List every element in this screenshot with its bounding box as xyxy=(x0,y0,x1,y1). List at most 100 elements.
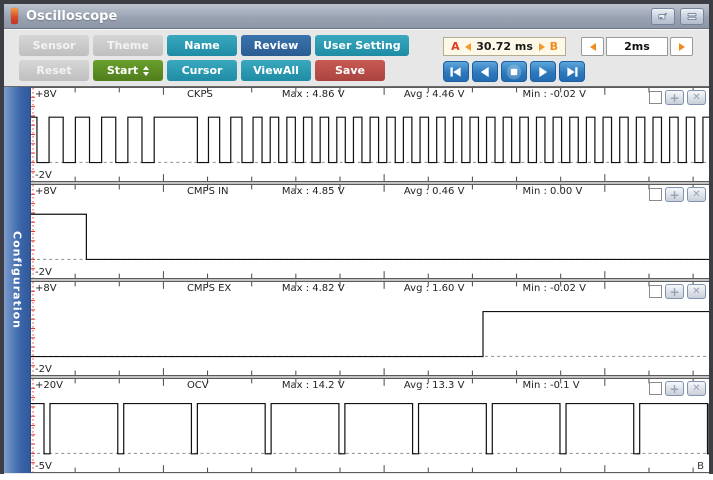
waveform-plot[interactable] xyxy=(31,379,709,472)
channel-panel-ckps: +8V CKPS Max : 4.86 V Avg : 4.46 V Min : -0.… xyxy=(31,87,709,182)
channel-avg-value: Avg : 0.46 V xyxy=(403,186,465,197)
stop-icon xyxy=(506,64,522,79)
channel-name: CKPS xyxy=(186,89,213,100)
channel-stack: +8V CKPS Max : 4.86 V Avg : 4.46 V Min : -0.… xyxy=(31,87,709,473)
channel-close-icon[interactable]: ✕ xyxy=(687,187,706,202)
play-button[interactable] xyxy=(530,61,557,82)
cursor-a-label: A xyxy=(451,40,460,53)
ab-time-value: 30.72 ms xyxy=(476,40,533,53)
toolbar-button-label: User Setting xyxy=(323,39,401,52)
app-logo-icon xyxy=(11,8,18,24)
toolbar-button-user-setting[interactable]: User Setting xyxy=(315,35,409,56)
ab-time-readout[interactable]: A 30.72 ms B xyxy=(443,37,566,56)
toolbar-button-label: Reset xyxy=(36,64,72,77)
channel-select-checkbox[interactable] xyxy=(649,382,662,395)
main-area: Configuration +8V CKPS Max : 4.86 V Avg : 4… xyxy=(4,87,709,473)
channel-select-checkbox[interactable] xyxy=(649,285,662,298)
channel-add-icon[interactable]: + xyxy=(665,381,684,396)
timebase-decrease-button[interactable] xyxy=(581,37,604,56)
toolbar-button-label: ViewAll xyxy=(253,64,299,77)
toolbar-button-label: Theme xyxy=(107,39,149,52)
toolbar-button-name[interactable]: Name xyxy=(167,35,237,56)
play-icon xyxy=(539,66,548,77)
titlebar: Oscilloscope xyxy=(4,4,709,29)
spinner-arrows-icon[interactable] xyxy=(143,65,150,76)
skip-to-start-button[interactable] xyxy=(443,61,470,82)
channel-max-value: Max : 4.86 V xyxy=(281,89,345,100)
channel-controls: + ✕ xyxy=(649,187,706,202)
channel-select-checkbox[interactable] xyxy=(649,91,662,104)
window-list-icon[interactable] xyxy=(680,7,704,25)
waveform-plot[interactable] xyxy=(31,282,709,375)
toolbar-button-label: Save xyxy=(335,64,365,77)
toolbar-button-label: Review xyxy=(253,39,299,52)
timebase-value[interactable]: 2ms xyxy=(606,37,668,56)
channel-scale-top: +8V xyxy=(35,89,57,100)
channel-scale-top: +8V xyxy=(35,186,57,197)
channel-name: CMPS IN xyxy=(186,186,229,197)
toolbar-button-start[interactable]: Start xyxy=(93,60,163,81)
toolbar-button-cursor[interactable]: Cursor xyxy=(167,60,237,81)
channel-scale-top: +20V xyxy=(35,380,63,391)
toolbar-right-group: A 30.72 ms B 2ms xyxy=(443,37,693,82)
app-frame: Oscilloscope Sensor Theme Name Review User S… xyxy=(0,0,713,474)
channel-close-icon[interactable]: ✕ xyxy=(687,284,706,299)
left-arrow-icon xyxy=(589,42,596,51)
channel-min-value: Min : 0.00 V xyxy=(522,186,583,197)
channel-scale-bottom: -2V xyxy=(35,170,52,181)
waveform-plot[interactable] xyxy=(31,185,709,278)
channel-scale-bottom: -2V xyxy=(35,364,52,375)
channel-select-checkbox[interactable] xyxy=(649,188,662,201)
skip-to-end-icon xyxy=(567,66,578,77)
channel-panel-cmps-ex: +8V CMPS EX Max : 4.82 V Avg : 1.60 V Min : … xyxy=(31,281,709,376)
channel-panel-cmps-in: +8V CMPS IN Max : 4.85 V Avg : 0.46 V Min : … xyxy=(31,184,709,279)
step-back-button[interactable] xyxy=(472,61,499,82)
cursor-b-arrow-icon[interactable] xyxy=(538,42,545,51)
channel-avg-value: Avg : 13.3 V xyxy=(403,380,465,391)
channel-controls: + ✕ xyxy=(649,284,706,299)
toolbar-button-label: Name xyxy=(184,39,220,52)
right-arrow-icon xyxy=(678,42,685,51)
skip-to-start-icon xyxy=(450,66,461,77)
channel-max-value: Max : 4.82 V xyxy=(281,283,345,294)
timebase-increase-button[interactable] xyxy=(670,37,693,56)
toolbar-button-save[interactable]: Save xyxy=(315,60,385,81)
window-title: Oscilloscope xyxy=(26,8,118,24)
channel-add-icon[interactable]: + xyxy=(665,187,684,202)
channel-name: OCV xyxy=(186,380,209,391)
channel-max-value: Max : 14.2 V xyxy=(281,380,345,391)
channel-scale-bottom: -2V xyxy=(35,267,52,278)
channel-max-value: Max : 4.85 V xyxy=(281,186,345,197)
toolbar-button-viewall[interactable]: ViewAll xyxy=(241,60,311,81)
toolbar-button-theme: Theme xyxy=(93,35,163,56)
skip-to-end-button[interactable] xyxy=(559,61,586,82)
waveform-plot[interactable] xyxy=(31,88,709,181)
corner-label: B xyxy=(697,461,704,472)
window-popup-icon[interactable] xyxy=(651,7,675,25)
channel-scale-top: +8V xyxy=(35,283,57,294)
toolbar-button-review[interactable]: Review xyxy=(241,35,311,56)
channel-name: CMPS EX xyxy=(186,283,232,294)
cursor-b-label: B xyxy=(549,40,558,53)
channel-add-icon[interactable]: + xyxy=(665,90,684,105)
toolbar-button-label: Cursor xyxy=(181,64,223,77)
toolbar-button-sensor: Sensor xyxy=(19,35,89,56)
toolbar: Sensor Theme Name Review User Setting Reset S… xyxy=(4,29,709,87)
channel-close-icon[interactable]: ✕ xyxy=(687,90,706,105)
sidebar-configuration-tab[interactable]: Configuration xyxy=(4,87,31,473)
channel-avg-value: Avg : 4.46 V xyxy=(403,89,465,100)
channel-controls: + ✕ xyxy=(649,90,706,105)
toolbar-button-label: Start xyxy=(106,64,139,77)
channel-avg-value: Avg : 1.60 V xyxy=(403,283,465,294)
channel-min-value: Min : -0.02 V xyxy=(522,283,586,294)
channel-add-icon[interactable]: + xyxy=(665,284,684,299)
channel-min-value: Min : -0.02 V xyxy=(522,89,586,100)
toolbar-button-reset: Reset xyxy=(19,60,89,81)
toolbar-button-label: Sensor xyxy=(32,39,76,52)
stop-button[interactable] xyxy=(501,61,528,82)
channel-close-icon[interactable]: ✕ xyxy=(687,381,706,396)
cursor-a-arrow-icon[interactable] xyxy=(464,42,471,51)
step-back-icon xyxy=(480,66,489,77)
channel-panel-ocv: +20V OCV Max : 14.2 V Avg : 13.3 V Min : -0.… xyxy=(31,378,709,473)
channel-controls: + ✕ xyxy=(649,381,706,396)
